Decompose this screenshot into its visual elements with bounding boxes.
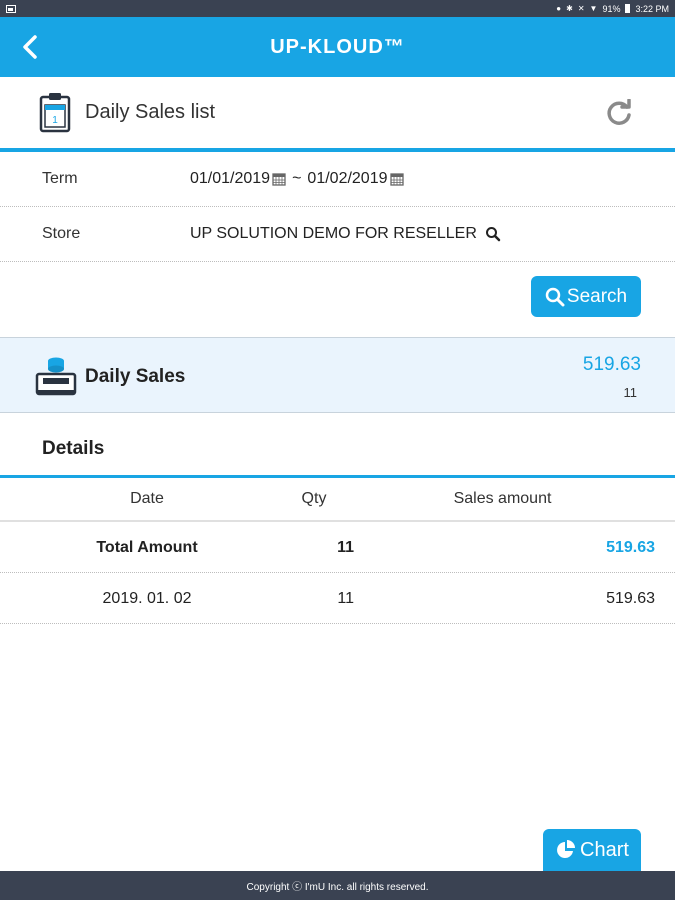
search-icon[interactable]	[485, 226, 501, 242]
location-icon: ●	[556, 3, 562, 13]
chevron-left-icon	[23, 35, 37, 59]
copyright-text: Copyright ⓒ I'mU Inc. all rights reserve…	[246, 882, 429, 893]
date-from-field[interactable]: 01/01/2019	[190, 170, 270, 188]
mute-icon: ✕	[577, 3, 585, 13]
back-button[interactable]	[14, 31, 46, 63]
bluetooth-icon: ✱	[566, 3, 573, 13]
column-header-date: Date	[130, 490, 164, 507]
total-amount: 519.63	[606, 538, 655, 556]
pie-chart-icon	[557, 840, 576, 858]
total-qty: 11	[337, 538, 354, 556]
date-separator: ~	[292, 170, 302, 187]
store-field[interactable]: UP SOLUTION DEMO FOR RESELLER	[190, 225, 477, 243]
row-amount: 519.63	[606, 589, 655, 607]
chart-button-label: Chart	[580, 838, 629, 861]
chart-button[interactable]: Chart	[543, 829, 641, 871]
page-title: Daily Sales list	[85, 101, 216, 123]
image-notification-icon	[6, 4, 16, 13]
footer: Copyright ⓒ I'mU Inc. all rights reserve…	[0, 871, 675, 900]
store-label: Store	[42, 225, 81, 242]
term-row: Term 01/01/2019 ~ 01/02/2019	[0, 152, 675, 207]
battery-icon	[625, 4, 631, 13]
store-value: UP SOLUTION DEMO FOR RESELLER	[190, 225, 501, 243]
search-icon	[545, 287, 565, 306]
battery-percent: 91%	[602, 3, 621, 14]
column-header-sales-amount: Sales amount	[453, 490, 552, 507]
status-bar: ● ✱ ✕ ▼ 91% 3:22 PM	[0, 0, 675, 17]
summary-qty: 11	[623, 385, 638, 400]
app-title: UP-KLOUD™	[270, 35, 405, 58]
details-title: Details	[42, 438, 105, 459]
term-label: Term	[42, 170, 78, 187]
date-to-field[interactable]: 01/02/2019	[307, 170, 387, 188]
refresh-icon	[607, 99, 631, 125]
column-header-qty: Qty	[301, 490, 327, 507]
search-button-label: Search	[566, 285, 628, 307]
total-row: Total Amount 11 519.63	[0, 523, 675, 573]
summary-amount: 519.63	[582, 354, 641, 375]
refresh-button[interactable]	[602, 96, 636, 130]
row-date: 2019. 01. 02	[102, 589, 192, 607]
store-row: Store UP SOLUTION DEMO FOR RESELLER	[0, 207, 675, 262]
table-row[interactable]: 2019. 01. 02 11 519.63	[0, 574, 675, 624]
summary-title: Daily Sales	[85, 366, 186, 387]
calendar-icon[interactable]	[272, 172, 286, 186]
search-button[interactable]: Search	[531, 276, 641, 317]
status-time: 3:22 PM	[635, 3, 669, 14]
clipboard-calendar-icon: 1	[39, 93, 71, 133]
app-header: UP-KLOUD™	[0, 17, 675, 77]
calendar-icon[interactable]	[389, 172, 404, 186]
row-qty: 11	[337, 589, 354, 607]
page-title-bar: 1 Daily Sales list	[0, 77, 675, 149]
daily-sales-summary: Daily Sales 519.63 11	[0, 337, 675, 413]
total-label: Total Amount	[96, 538, 198, 556]
wifi-icon: ▼	[589, 3, 598, 13]
term-value: 01/01/2019 ~ 01/02/2019	[190, 170, 404, 188]
table-header: Date Qty Sales amount	[0, 478, 675, 522]
svg-text:1: 1	[52, 115, 58, 126]
cash-register-icon	[35, 357, 77, 396]
